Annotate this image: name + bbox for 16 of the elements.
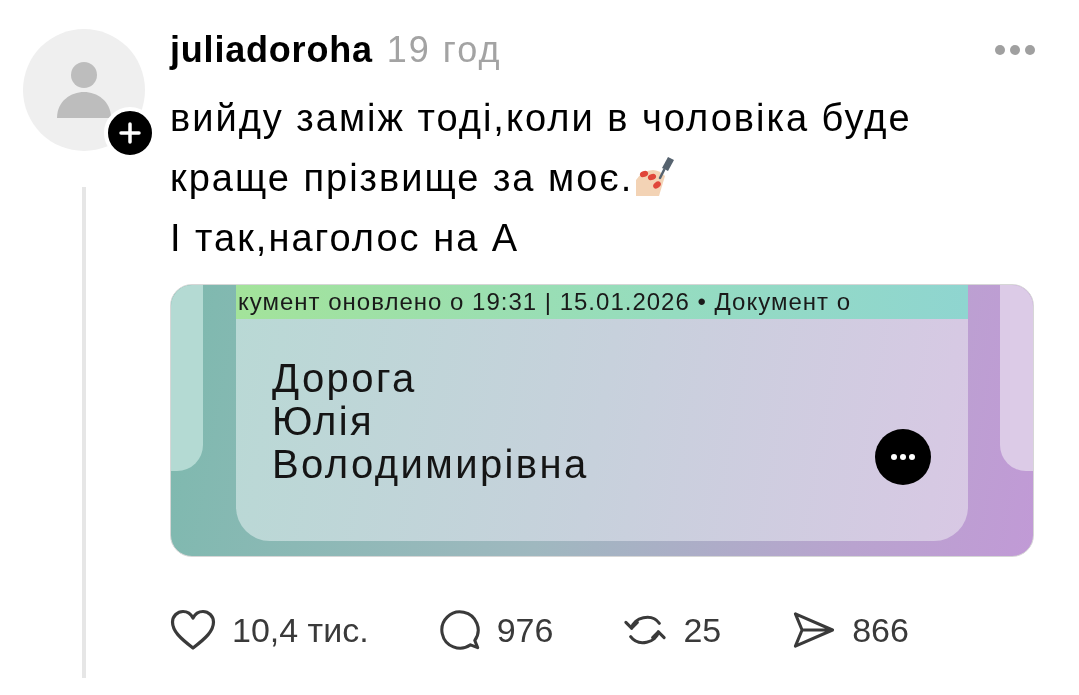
person-name-text: Юлія [272, 400, 375, 443]
post-text: І так,наголос на А [170, 216, 520, 261]
post-text: вийду заміж тоді,коли в чоловіка буде [170, 96, 912, 141]
post-text: краще прізвище за моє. [170, 156, 634, 201]
share-button[interactable]: 866 [791, 610, 909, 650]
repost-button[interactable]: 25 [623, 609, 722, 651]
person-name-text: Дорога [272, 357, 417, 400]
ellipsis-circle-icon [875, 429, 931, 485]
plus-icon [118, 121, 142, 145]
post-time: 19 год [386, 28, 502, 72]
username[interactable]: juliadoroha [170, 28, 373, 72]
like-button[interactable]: 10,4 тис. [170, 609, 369, 651]
more-icon[interactable] [995, 45, 1035, 55]
update-banner-text: кумент оновлено о 19:31 | 15.01.2026 • Документ о [237, 287, 851, 317]
person-name-text: Володимирівна [272, 443, 589, 486]
reply-button[interactable]: 976 [438, 609, 554, 651]
